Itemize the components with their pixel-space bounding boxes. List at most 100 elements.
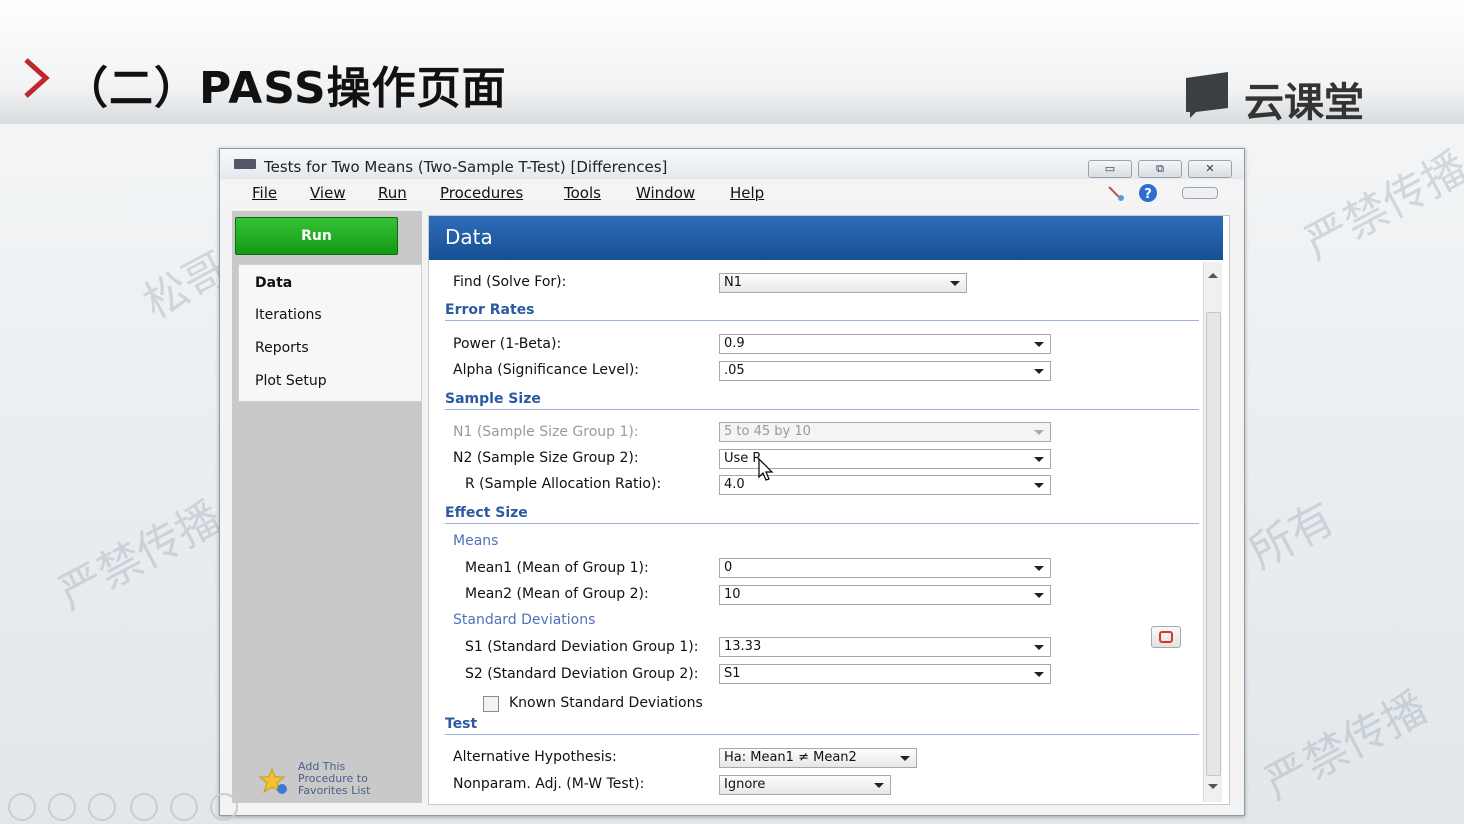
data-panel: Data Find (Solve For): N1 Error Rates Po… — [428, 215, 1230, 805]
calculator-icon — [1159, 631, 1173, 643]
chevron-down-icon — [1034, 672, 1044, 677]
subsection-means: Means — [453, 533, 499, 549]
alt-hypothesis-label: Alternative Hypothesis: — [453, 749, 617, 765]
mean2-value: 10 — [724, 587, 741, 602]
nonparam-label: Nonparam. Adj. (M-W Test): — [453, 776, 645, 792]
alpha-input[interactable]: .05 — [719, 361, 1051, 381]
chevron-down-icon — [1034, 645, 1044, 650]
chevron-down-icon — [1034, 369, 1044, 374]
chevron-down-icon — [900, 756, 910, 761]
known-sd-checkbox[interactable] — [483, 696, 499, 712]
chevron-down-icon — [1034, 342, 1044, 347]
menu-run[interactable]: Run — [378, 184, 407, 202]
favorites-text: Add This Procedure to Favorites List — [298, 761, 370, 797]
section-test: Test — [445, 716, 478, 732]
mean1-value: 0 — [724, 560, 733, 575]
window-title: Tests for Two Means (Two-Sample T-Test) … — [264, 158, 668, 176]
menu-procedures[interactable]: Procedures — [440, 184, 523, 202]
section-divider — [445, 523, 1199, 524]
nonparam-select[interactable]: Ignore — [719, 775, 891, 795]
mean2-input[interactable]: 10 — [719, 585, 1051, 605]
alt-hypothesis-value: Ha: Mean1 ≠ Mean2 — [724, 750, 857, 765]
chevron-down-icon — [1034, 483, 1044, 488]
pass-app-window: Tests for Two Means (Two-Sample T-Test) … — [219, 148, 1245, 816]
sd-calculator-button[interactable] — [1151, 626, 1181, 648]
mouse-cursor-icon — [758, 458, 774, 481]
mean1-input[interactable]: 0 — [719, 558, 1051, 578]
s2-value: S1 — [724, 666, 741, 681]
wand-icon[interactable] — [1106, 184, 1126, 202]
vertical-scrollbar[interactable] — [1203, 262, 1222, 802]
procedure-nav: Data Iterations Reports Plot Setup — [238, 264, 422, 402]
scroll-down-icon[interactable] — [1206, 782, 1220, 792]
panel-header: Data — [429, 216, 1223, 260]
n1-value: 5 to 45 by 10 — [724, 424, 811, 439]
power-label: Power (1-Beta): — [453, 336, 562, 352]
help-icon[interactable]: ? — [1138, 183, 1158, 203]
more-icon — [210, 793, 238, 821]
nav-item-reports[interactable]: Reports — [255, 340, 309, 356]
n1-input: 5 to 45 by 10 — [719, 422, 1051, 442]
menu-view[interactable]: View — [310, 184, 346, 202]
section-divider — [445, 409, 1199, 410]
section-sample-size: Sample Size — [445, 391, 541, 407]
section-divider — [445, 734, 1199, 735]
menu-bar: File View Run Procedures Tools Window He… — [220, 180, 1244, 206]
prev-icon — [8, 793, 36, 821]
slide-title: （二）PASS操作页面 — [64, 63, 507, 114]
panel-header-title: Data — [445, 225, 493, 249]
menu-tools[interactable]: Tools — [564, 184, 601, 202]
s2-label: S2 (Standard Deviation Group 2): — [465, 666, 699, 682]
menu-window[interactable]: Window — [636, 184, 695, 202]
known-sd-label: Known Standard Deviations — [509, 695, 703, 711]
n2-label: N2 (Sample Size Group 2): — [453, 450, 639, 466]
toolbar-collapse-button[interactable] — [1182, 187, 1218, 199]
next-icon — [48, 793, 76, 821]
menu-file[interactable]: File — [252, 184, 277, 202]
section-effect-size: Effect Size — [445, 505, 528, 521]
chevron-down-icon — [1034, 457, 1044, 462]
add-to-favorites[interactable]: Add This Procedure to Favorites List — [258, 761, 398, 801]
n1-label: N1 (Sample Size Group 1): — [453, 424, 639, 440]
alpha-value: .05 — [724, 363, 745, 378]
r-label: R (Sample Allocation Ratio): — [465, 476, 662, 492]
run-button[interactable]: Run — [235, 217, 398, 255]
find-label: Find (Solve For): — [453, 274, 567, 290]
s1-label: S1 (Standard Deviation Group 1): — [465, 639, 699, 655]
scroll-up-icon[interactable] — [1206, 270, 1220, 280]
slides-icon — [130, 793, 158, 821]
star-icon — [258, 767, 287, 794]
alt-hypothesis-select[interactable]: Ha: Mean1 ≠ Mean2 — [719, 748, 917, 768]
find-value: N1 — [724, 275, 742, 290]
mean2-label: Mean2 (Mean of Group 2): — [465, 586, 649, 602]
chevron-down-icon — [1034, 566, 1044, 571]
chevron-down-icon — [874, 783, 884, 788]
power-input[interactable]: 0.9 — [719, 334, 1051, 354]
zoom-icon — [170, 793, 198, 821]
mean1-label: Mean1 (Mean of Group 1): — [465, 560, 649, 576]
chevron-down-icon — [950, 281, 960, 286]
power-value: 0.9 — [724, 336, 745, 351]
scrollbar-thumb[interactable] — [1206, 312, 1221, 776]
find-select[interactable]: N1 — [719, 273, 967, 293]
section-error-rates: Error Rates — [445, 302, 535, 318]
menu-help[interactable]: Help — [730, 184, 764, 202]
pen-icon — [88, 793, 116, 821]
nav-item-data[interactable]: Data — [255, 275, 292, 291]
svg-text:?: ? — [1144, 187, 1152, 202]
subsection-std-devs: Standard Deviations — [453, 612, 596, 628]
alpha-label: Alpha (Significance Level): — [453, 362, 640, 378]
minimize-button[interactable]: ▭ — [1088, 160, 1132, 178]
title-bar: Tests for Two Means (Two-Sample T-Test) … — [220, 149, 1244, 179]
close-button[interactable]: ✕ — [1188, 160, 1232, 178]
n2-value: Use R — [724, 451, 762, 466]
nav-item-iterations[interactable]: Iterations — [255, 307, 322, 323]
r-value: 4.0 — [724, 477, 745, 492]
s2-input[interactable]: S1 — [719, 664, 1051, 684]
chevron-down-icon — [1034, 593, 1044, 598]
chevron-right-icon — [24, 58, 50, 98]
nav-item-plot-setup[interactable]: Plot Setup — [255, 373, 327, 389]
s1-input[interactable]: 13.33 — [719, 637, 1051, 657]
logo-text: 云课堂 — [1244, 80, 1364, 126]
maximize-button[interactable]: ⧉ — [1138, 160, 1182, 178]
